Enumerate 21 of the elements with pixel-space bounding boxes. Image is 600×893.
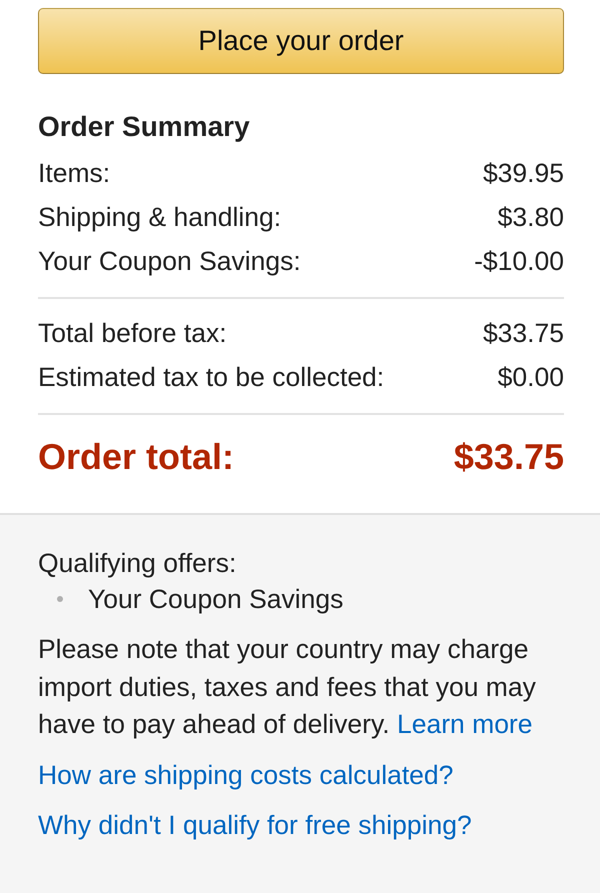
order-total-amount: $33.75: [454, 436, 564, 478]
summary-heading: Order Summary: [38, 110, 251, 144]
place-order-button[interactable]: Place your order: [38, 8, 564, 74]
help-link[interactable]: Why didn't I qualify for free shipping?: [38, 807, 472, 844]
row-amount: $33.75: [482, 317, 564, 349]
row-label: Estimated tax to be collected:: [38, 361, 384, 393]
row-label: Your Coupon Savings:: [38, 245, 301, 277]
learn-more-link[interactable]: Learn more: [396, 709, 532, 739]
row-label: Items:: [38, 157, 110, 189]
order-total-label: Order total:: [38, 436, 234, 478]
row-amount: $0.00: [498, 361, 564, 393]
bullet-icon: [57, 596, 63, 602]
row-amount: -$10.00: [474, 245, 564, 277]
qualifying-offers-label: Qualifying offers:: [38, 547, 236, 580]
row-label: Total before tax:: [38, 317, 227, 349]
offer-text: Your Coupon Savings: [88, 583, 344, 615]
row-label: Shipping & handling:: [38, 201, 282, 233]
row-amount: $3.80: [498, 201, 564, 233]
import-duties-note: Please note that your country may charge import duties, taxes and fees that you may have to pay ahead of delivery. Learn more: [38, 633, 537, 741]
help-link[interactable]: How are shipping costs calculated?: [38, 756, 454, 794]
row-amount: $39.95: [482, 157, 564, 189]
